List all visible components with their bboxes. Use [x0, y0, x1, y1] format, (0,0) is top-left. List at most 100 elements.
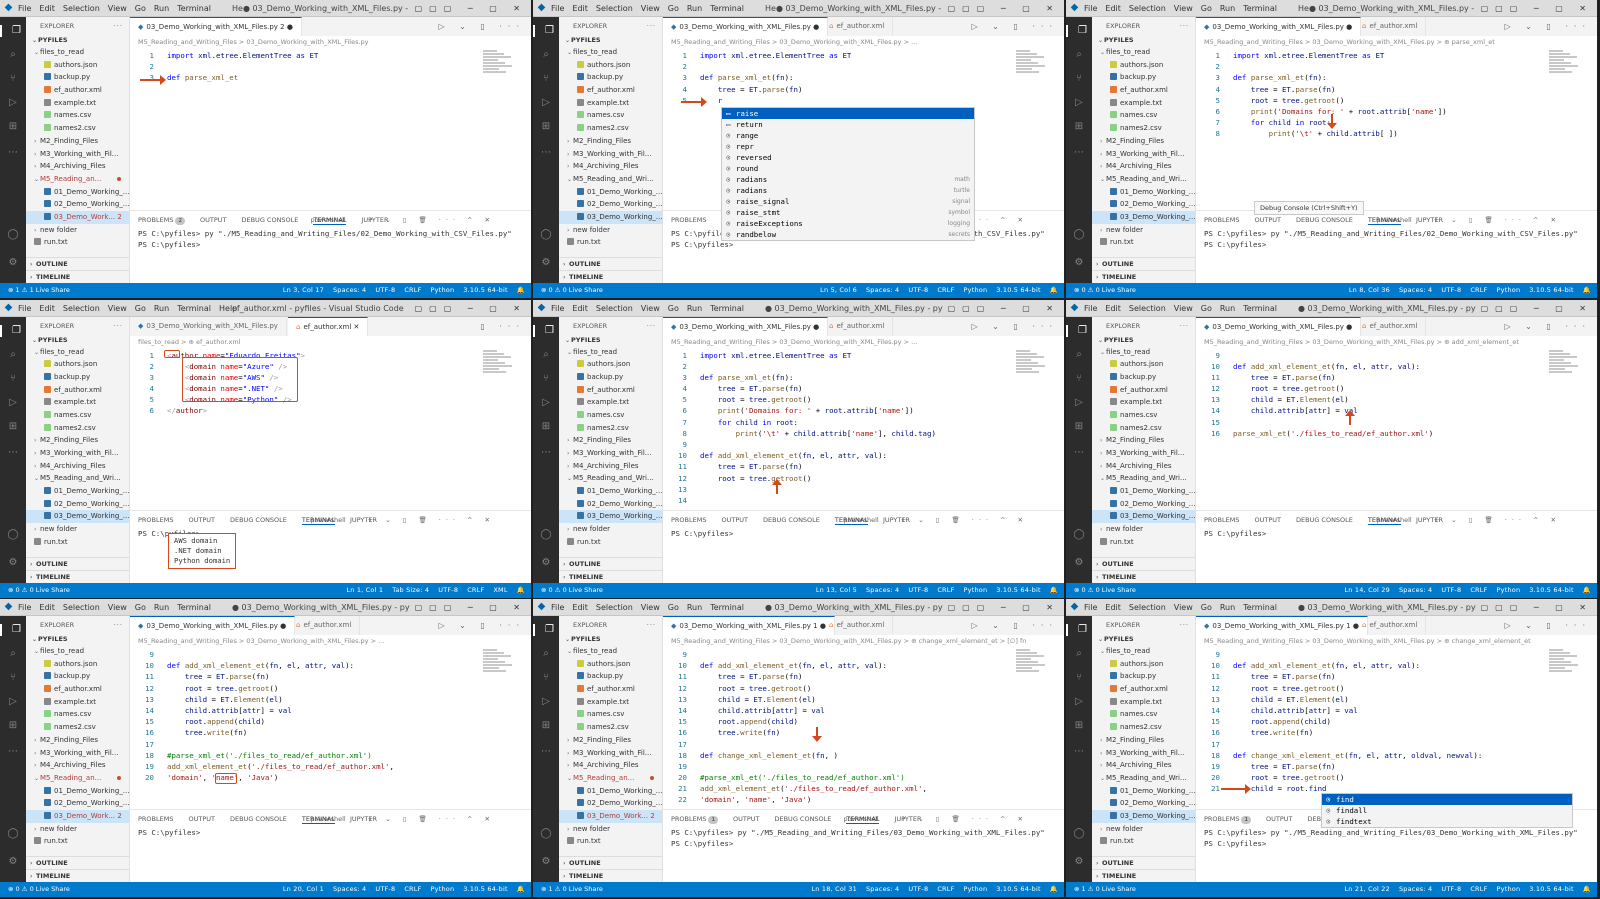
bell-icon[interactable]: 🔔	[517, 885, 525, 893]
timeline-section[interactable]: › TIMELINE	[1092, 270, 1195, 282]
explorer-item[interactable]: ⌄files_to_read	[1092, 346, 1195, 359]
run-debug-icon[interactable]: ▷	[1073, 97, 1085, 109]
editor-tab[interactable]: ◆ 03_Demo_Working_with_XML_Files.py ●	[130, 616, 296, 635]
explorer-item[interactable]: 03_Demo_Work... 2	[26, 210, 129, 224]
status-item[interactable]: 3.10.5 64-bit	[996, 885, 1040, 893]
bell-icon[interactable]: 🔔	[1583, 885, 1591, 893]
explorer-item[interactable]: example.txt	[559, 396, 662, 409]
explorer-item[interactable]: › M2_Finding_Files	[1092, 135, 1195, 148]
terminal-output[interactable]: PS C:\pyfiles>	[1196, 529, 1597, 540]
menu-selection[interactable]: Selection	[596, 603, 633, 612]
code-editor[interactable]: 1 import xml.etree.ElementTree as ET 2 3 def…	[1196, 50, 1597, 210]
search-icon[interactable]: ⌕	[540, 349, 552, 361]
explorer-item[interactable]: ⌄files_to_read	[26, 46, 129, 59]
status-item[interactable]: CRLF	[1470, 885, 1487, 893]
status-item[interactable]: 3.10.5 64-bit	[1529, 586, 1573, 594]
menu-edit[interactable]: Edit	[572, 603, 588, 612]
menu-go[interactable]: Go	[135, 4, 146, 13]
editor-tab[interactable]: ◆ 03_Demo_Working_with_XML_Files.py ●	[663, 316, 829, 336]
panel-actions[interactable]: powershell + ⌄ ▯ 🗑 ··· ^ ✕	[844, 810, 1044, 828]
extensions-icon[interactable]: ⊞	[1073, 720, 1085, 732]
explorer-item[interactable]: 02_Demo_Working_...	[1092, 797, 1195, 810]
menu-selection[interactable]: Selection	[596, 4, 633, 13]
panel-tab-debug-console[interactable]: DEBUG CONSOLE	[241, 216, 298, 224]
panel-action-icons[interactable]: + ⌄ ▯ 🗑 ··· ^ ✕	[1427, 516, 1561, 524]
explorer-item[interactable]: run.txt	[26, 536, 129, 549]
explorer-item[interactable]: names2.csv	[1092, 122, 1195, 135]
status-item[interactable]: Spaces: 4	[866, 586, 899, 594]
panel-tab-output[interactable]: OUTPUT	[200, 216, 227, 224]
explorer-item[interactable]: ef_author.xml	[26, 683, 129, 696]
menu-file[interactable]: File	[18, 4, 31, 13]
panel-actions[interactable]: powershell + ⌄ ▯ 🗑 ··· ^ ✕	[1377, 511, 1577, 529]
explorer-item[interactable]: ef_author.xml	[26, 84, 129, 97]
explorer-item[interactable]: ⌄M5_Reading_and_Wri...	[26, 472, 129, 485]
source-control-icon[interactable]: ⑂	[540, 672, 552, 684]
autocomplete-suggestions[interactable]: ⊙ find ⊙ findall ⊙ findtext	[1321, 793, 1573, 828]
menu-view[interactable]: View	[641, 603, 660, 612]
account-icon[interactable]: ◯	[7, 529, 19, 541]
explorer-item[interactable]: › M4_Archiving_Files	[1092, 759, 1195, 772]
explorer-item[interactable]: 02_Demo_Working_...	[26, 797, 129, 810]
explorer-item[interactable]: run.txt	[1092, 236, 1195, 249]
gear-icon[interactable]: ⚙	[7, 856, 19, 868]
workspace-root[interactable]: ⌄PYFILES	[559, 35, 662, 46]
menu-selection[interactable]: Selection	[1129, 304, 1166, 313]
status-item[interactable]: CRLF	[1470, 586, 1487, 594]
explorer-item[interactable]: 02_Demo_Working_...	[1092, 498, 1195, 511]
explorer-item[interactable]: ⌄files_to_read	[1092, 46, 1195, 59]
menu-file[interactable]: File	[551, 304, 564, 313]
menu-edit[interactable]: Edit	[572, 304, 588, 313]
files-icon[interactable]: ❐	[0, 624, 26, 636]
explorer-item[interactable]: example.txt	[1092, 97, 1195, 110]
run-debug-icon[interactable]: ▷	[540, 397, 552, 409]
explorer-item[interactable]: 02_Demo_Working_...	[559, 797, 662, 810]
explorer-item[interactable]: › M3_Working_with_Fil...	[1092, 148, 1195, 161]
panel-tab-output[interactable]: OUTPUT	[721, 516, 748, 524]
explorer-item[interactable]: › M2_Finding_Files	[26, 734, 129, 747]
outline-section[interactable]: › OUTLINE	[559, 856, 662, 868]
panel-tab-output[interactable]: OUTPUT	[1254, 516, 1281, 524]
timeline-section[interactable]: › TIMELINE	[1092, 869, 1195, 881]
gear-icon[interactable]: ⚙	[540, 257, 552, 269]
panel-actions[interactable]: powershell + ⌄ ▯ 🗑 ··· ^ ✕	[311, 511, 511, 529]
menu-run[interactable]: Run	[154, 603, 169, 612]
status-item[interactable]: Spaces: 4	[1399, 286, 1432, 294]
explorer-item[interactable]: ef_author.xml	[559, 84, 662, 97]
gear-icon[interactable]: ⚙	[1073, 557, 1085, 569]
explorer-item[interactable]: names2.csv	[26, 122, 129, 135]
panel-actions[interactable]: powershell + ⌄ ▯ 🗑 ··· ^ ✕	[311, 211, 511, 229]
suggestion-item[interactable]: ▭ return	[722, 119, 974, 130]
panel-tab-problems[interactable]: PROBLEMS	[671, 516, 706, 524]
editor-tab[interactable]: ⌂ ef_author.xml	[1354, 316, 1427, 336]
window-controls[interactable]: ▢▢▢ ─ ▢ ✕	[948, 599, 1060, 615]
explorer-item[interactable]: backup.py	[26, 371, 129, 384]
bell-icon[interactable]: 🔔	[517, 286, 525, 294]
explorer-item[interactable]: ef_author.xml	[559, 683, 662, 696]
panel-tab-debug-console[interactable]: DEBUG CONSOLE	[1296, 216, 1353, 224]
explorer-item[interactable]: authors.json	[26, 59, 129, 72]
account-icon[interactable]: ◯	[1073, 828, 1085, 840]
panel-tab-problems[interactable]: PROBLEMS	[1204, 216, 1239, 224]
status-left[interactable]: ⊗ 0 ⚠ 0 Live Share	[541, 283, 603, 298]
breadcrumb[interactable]: M5_Reading_and_Writing_Files > 03_Demo_W…	[138, 637, 384, 645]
code-editor[interactable]: 1 import xml.etree.ElementTree as ET 2 3 def…	[130, 50, 531, 210]
window-controls[interactable]: ▢▢▢ ─ ▢ ✕	[415, 0, 527, 16]
status-item[interactable]: Ln 1, Col 1	[346, 586, 383, 594]
gear-icon[interactable]: ⚙	[1073, 856, 1085, 868]
explorer-item[interactable]: 01_Demo_Working_...	[559, 785, 662, 798]
more-icon[interactable]: ⋯	[7, 447, 19, 459]
panel-tab-problems[interactable]: PROBLEMS	[138, 516, 173, 524]
code-editor[interactable]: 1 import xml.etree.ElementTree as ET 2 3 def…	[663, 350, 1064, 510]
explorer-item[interactable]: names.csv	[26, 409, 129, 422]
run-debug-icon[interactable]: ▷	[540, 696, 552, 708]
files-icon[interactable]: ❐	[1066, 624, 1092, 636]
status-item[interactable]: Python	[1497, 885, 1521, 893]
explorer-item[interactable]: example.txt	[1092, 696, 1195, 709]
menu-edit[interactable]: Edit	[39, 304, 55, 313]
explorer-item[interactable]: names.csv	[1092, 109, 1195, 122]
run-debug-icon[interactable]: ▷	[1073, 696, 1085, 708]
explorer-item[interactable]: ef_author.xml	[1092, 84, 1195, 97]
run-debug-icon[interactable]: ▷	[540, 97, 552, 109]
explorer-item[interactable]: › M2_Finding_Files	[1092, 734, 1195, 747]
